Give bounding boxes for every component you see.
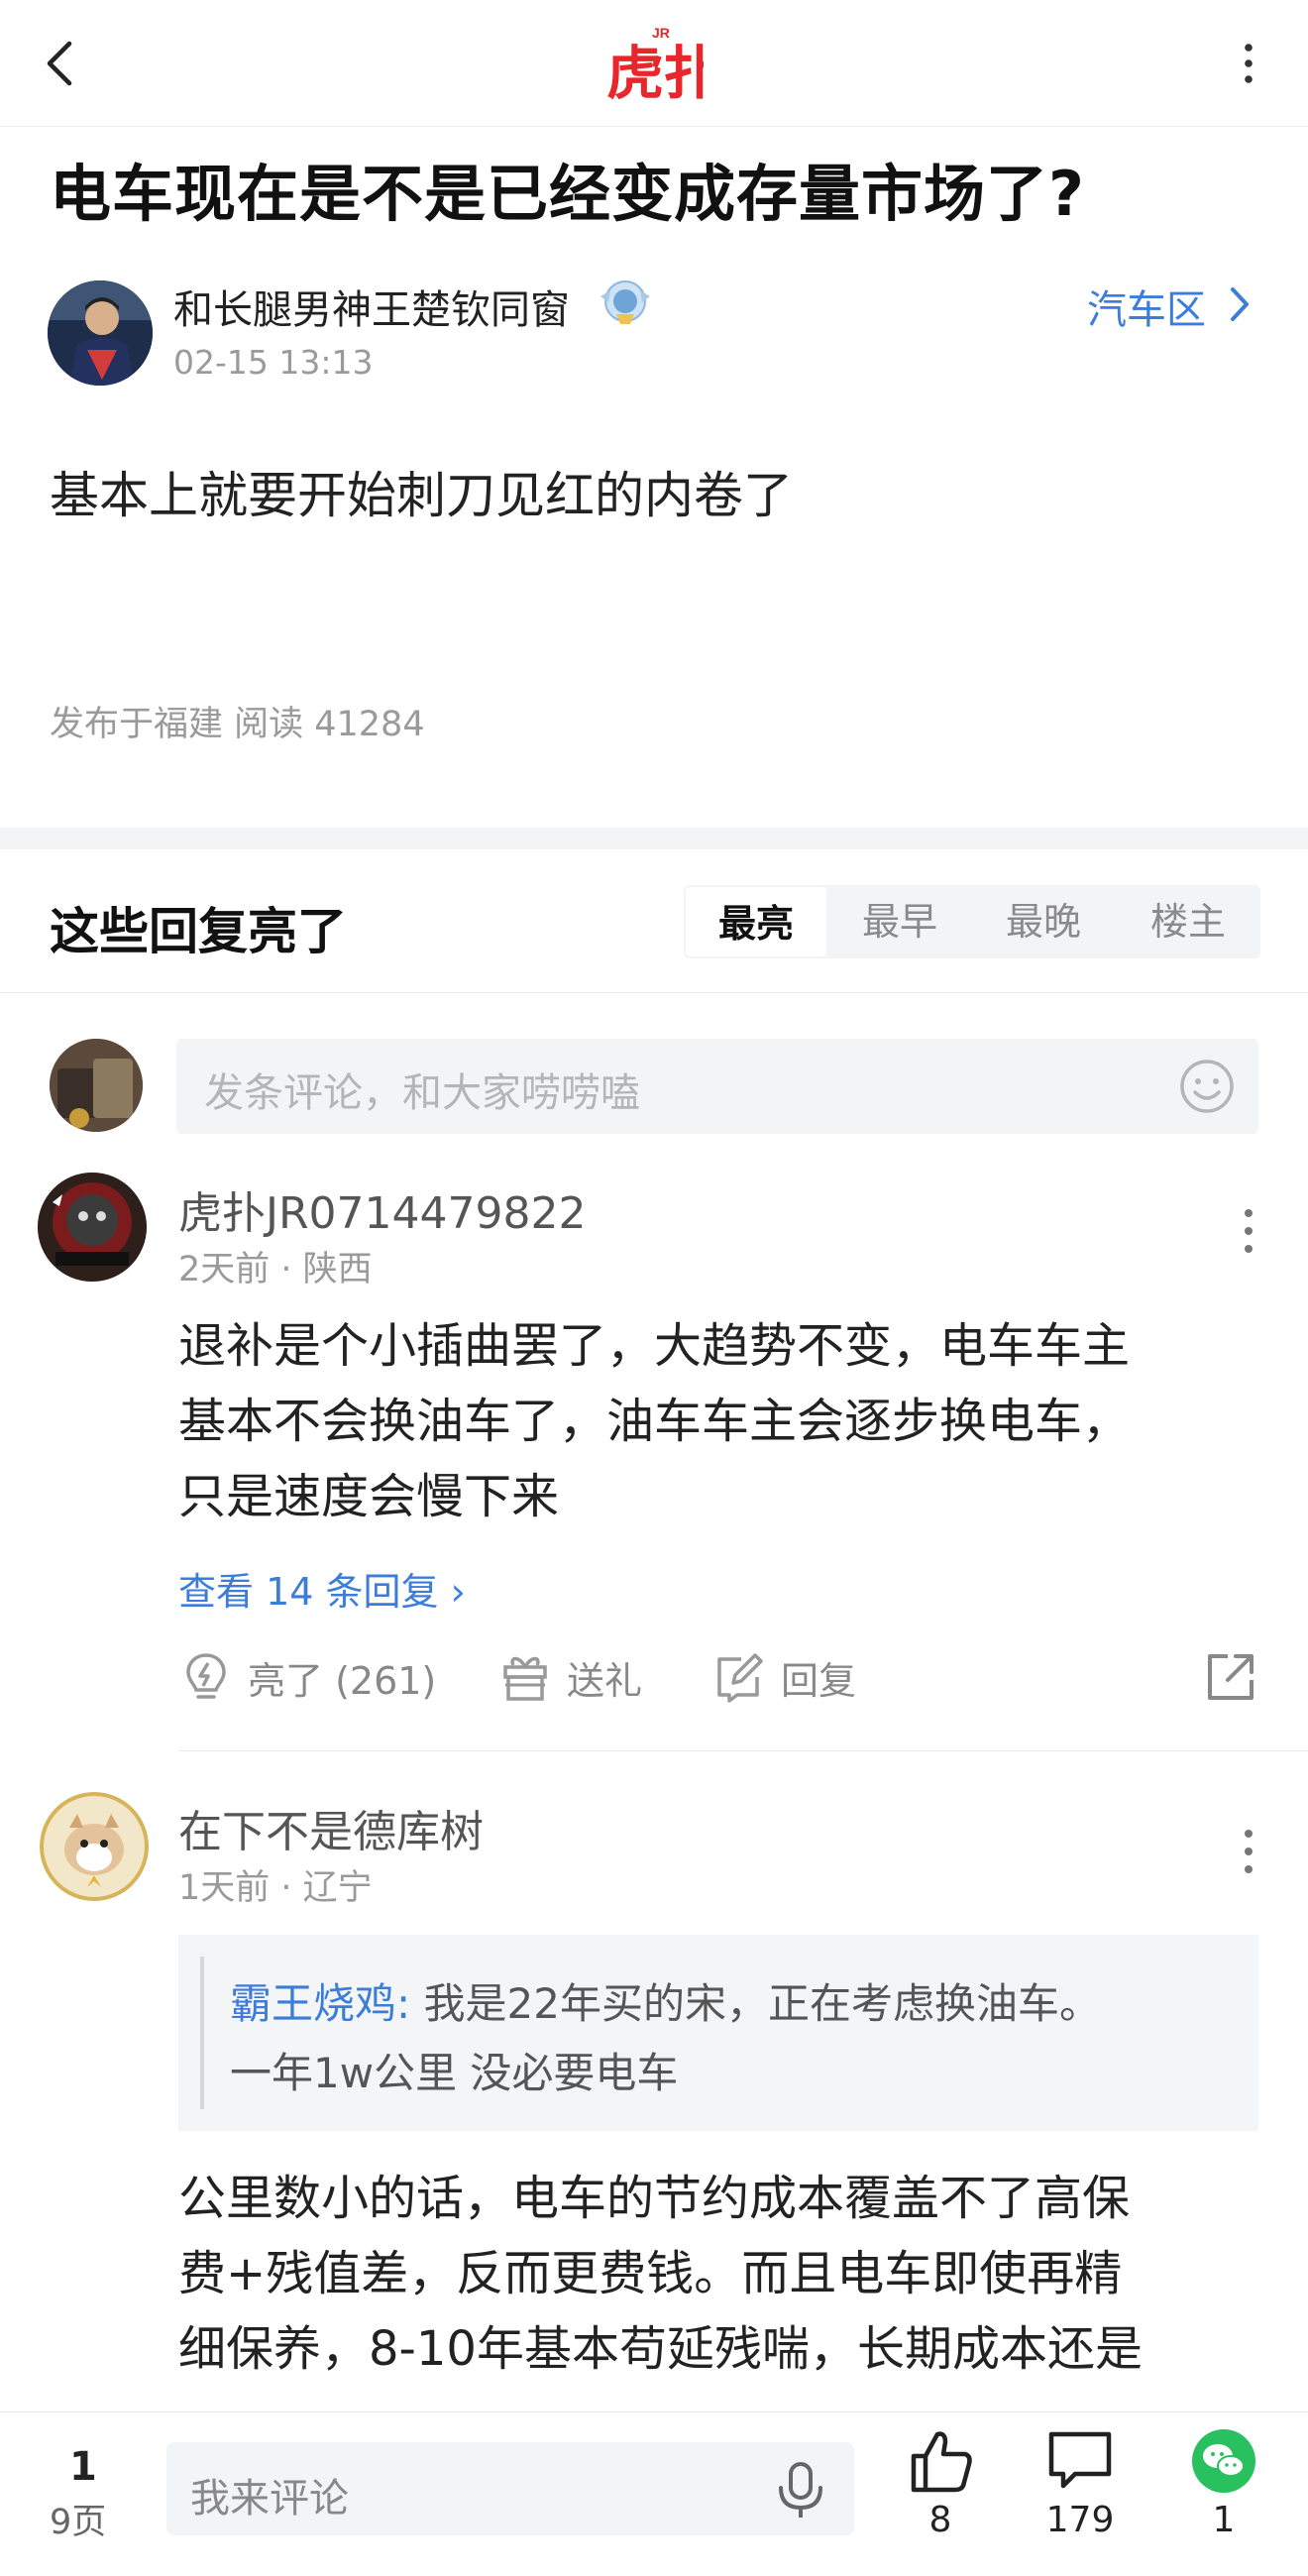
comment-text-line: 公里数小的话，电车的节约成本覆盖不了高保	[178, 2171, 1131, 2226]
commenter-avatar[interactable]	[38, 1173, 147, 1282]
post-meta: 发布于福建 阅读 41284	[50, 705, 425, 744]
sort-tabs: 最亮 最早 最晚 楼主	[684, 885, 1260, 958]
comment-input[interactable]: 发条评论，和大家唠唠嗑	[176, 1039, 1258, 1134]
comment-text-line: 只是速度会慢下来	[178, 1469, 560, 1524]
comment-text-line: 基本不会换油车了，油车车主会逐步换电车，	[178, 1394, 1131, 1449]
post-body: 基本上就要开始刺刀见红的内卷了	[50, 467, 793, 524]
total-pages[interactable]: 9页	[50, 2494, 106, 2544]
commenter-avatar[interactable]	[40, 1792, 149, 1901]
comment-placeholder: 发条评论，和大家唠唠嗑	[204, 1070, 640, 1116]
comment-more-icon[interactable]	[1239, 1205, 1258, 1257]
current-page[interactable]: 1	[69, 2444, 97, 2490]
svg-text:虎扑: 虎扑	[606, 40, 704, 101]
chevron-right-icon[interactable]	[1225, 283, 1254, 325]
back-arrow-icon[interactable]	[38, 38, 83, 89]
shares-count: 1	[1212, 2500, 1236, 2540]
comment-meta: 2天前 · 陕西	[178, 1250, 373, 1289]
comment-meta: 1天前 · 辽宁	[178, 1868, 373, 1908]
microphone-icon[interactable]	[773, 2460, 828, 2520]
thumbs-up-icon[interactable]	[906, 2426, 975, 2496]
edit-reply-icon	[717, 1653, 763, 1703]
comment-text-line: 费+残值差，反而更费钱。而且电车即使再精	[178, 2246, 1123, 2301]
wechat-icon[interactable]	[1189, 2426, 1258, 2496]
commenter-name[interactable]: 在下不是德库树	[178, 1796, 484, 1859]
gift-icon	[503, 1656, 547, 1701]
quote-text: 我是22年买的宋，正在考虑换油车。	[410, 1979, 1101, 2028]
more-options-icon[interactable]	[1237, 38, 1260, 89]
tab-op-only[interactable]: 楼主	[1116, 885, 1260, 958]
commenter-name[interactable]: 虎扑JR0714479822	[178, 1177, 587, 1241]
section-divider	[0, 828, 1308, 849]
emoji-icon[interactable]	[1177, 1057, 1237, 1116]
reply-label: 回复	[781, 1658, 857, 1703]
my-avatar[interactable]	[50, 1039, 143, 1132]
svg-text:JR: JR	[652, 25, 670, 41]
bottom-input-placeholder: 我来评论	[190, 2476, 349, 2521]
comment-text-line: 退补是个小插曲罢了，大趋势不变，电车车主	[178, 1318, 1131, 1374]
bottom-comment-input[interactable]: 我来评论	[166, 2442, 854, 2535]
section-link[interactable]: 汽车区	[1087, 278, 1206, 335]
hupu-logo: JR 虎扑	[604, 22, 721, 107]
tab-latest[interactable]: 最晚	[971, 885, 1116, 958]
quote-line: 霸王烧鸡: 我是22年买的宋，正在考虑换油车。	[230, 1970, 1101, 2031]
post-title: 电车现在是不是已经变成存量市场了?	[50, 158, 1085, 230]
hot-replies-title: 这些回复亮了	[50, 903, 347, 960]
top-bar: JR 虎扑	[0, 0, 1308, 127]
comments-count: 179	[1045, 2500, 1115, 2540]
comment-more-icon[interactable]	[1239, 1826, 1258, 1877]
tab-hottest[interactable]: 最亮	[684, 885, 828, 958]
view-replies-link[interactable]: 查看 14 条回复 ›	[178, 1561, 466, 1616]
quote-line: 一年1w公里 没必要电车	[230, 2049, 679, 2097]
quote-bar	[200, 1957, 204, 2109]
post-timestamp: 02-15 13:13	[173, 343, 374, 382]
level-badge-icon	[600, 280, 650, 324]
gift-label: 送礼	[567, 1658, 643, 1703]
lightbulb-icon	[186, 1653, 226, 1699]
quote-author[interactable]: 霸王烧鸡:	[230, 1979, 410, 2028]
share-icon[interactable]	[1204, 1650, 1257, 1704]
gift-button[interactable]: 送礼	[497, 1645, 642, 1709]
author-name[interactable]: 和长腿男神王楚钦同窗	[173, 278, 570, 335]
like-label: 亮了 (261)	[248, 1658, 437, 1703]
divider	[0, 992, 1308, 993]
bottom-bar: 1 9页 我来评论 8 179 1	[0, 2411, 1308, 2576]
like-button[interactable]: 亮了 (261)	[178, 1645, 436, 1709]
divider	[178, 1750, 1308, 1751]
author-avatar[interactable]	[48, 280, 153, 386]
quoted-reply[interactable]: 霸王烧鸡: 我是22年买的宋，正在考虑换油车。 一年1w公里 没必要电车	[178, 1935, 1258, 2131]
tab-earliest[interactable]: 最早	[828, 885, 971, 958]
reply-button[interactable]: 回复	[711, 1645, 856, 1709]
likes-count: 8	[928, 2500, 952, 2540]
comment-text-line: 细保养，8-10年基本苟延残喘，长期成本还是	[178, 2321, 1143, 2377]
comment-bubble-icon[interactable]	[1045, 2426, 1115, 2496]
